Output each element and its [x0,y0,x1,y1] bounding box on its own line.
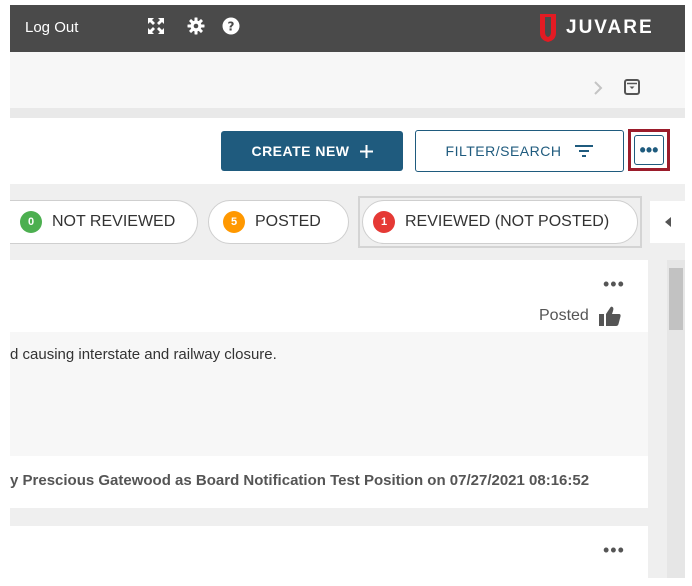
secondary-toolbar [10,52,685,109]
juvare-shield-icon [540,14,556,42]
filter-pill-label: NOT REVIEWED [52,213,176,230]
plus-icon [359,144,373,158]
right-margin [685,0,692,578]
card-menu-button[interactable]: ••• [603,540,625,561]
expand-icon[interactable] [145,15,167,37]
filter-pill-not-reviewed[interactable]: 0 NOT REVIEWED [10,200,198,244]
left-margin [0,0,10,578]
svg-text:?: ? [228,20,235,34]
filter-icon [575,145,594,157]
filter-pill-label: POSTED [255,213,321,230]
logout-link[interactable]: Log Out [25,19,78,36]
caret-left-icon [664,217,671,227]
top-bar: Log Out ? JUVARE [10,5,685,52]
count-badge: 5 [223,211,245,233]
scrollbar[interactable] [667,260,685,578]
more-options-highlight: ••• [628,129,670,171]
filter-search-button[interactable]: FILTER/SEARCH [415,130,624,172]
card-body: d causing interstate and railway closure… [10,332,648,456]
content-area: 0 NOT REVIEWED 5 POSTED 1 REVIEWED (NOT … [10,184,685,586]
create-new-label: CREATE NEW [251,143,350,159]
action-bar: CREATE NEW FILTER/SEARCH ••• [10,118,685,184]
create-new-button[interactable]: CREATE NEW [221,131,403,171]
filter-search-label: FILTER/SEARCH [445,143,562,159]
gear-icon[interactable] [185,15,207,37]
event-meta: y Prescious Gatewood as Board Notificati… [10,472,590,489]
brand-name: JUVARE [566,17,654,38]
status-badge: Posted [539,306,621,326]
filter-pill-reviewed-not-posted[interactable]: 1 REVIEWED (NOT POSTED) [362,200,638,244]
help-icon[interactable]: ? [220,15,242,37]
calendar-icon[interactable] [624,79,640,95]
more-options-button[interactable]: ••• [634,135,664,165]
count-badge: 1 [373,211,395,233]
chevron-right-icon[interactable] [593,78,603,101]
scrollbar-thumb[interactable] [669,268,683,330]
status-label: Posted [539,307,589,324]
thumbs-up-icon[interactable] [598,306,621,326]
brand-logo: JUVARE [538,13,654,43]
event-description: d causing interstate and railway closure… [10,346,277,363]
card-menu-button[interactable]: ••• [603,274,625,295]
ellipsis-icon: ••• [639,140,659,160]
event-card[interactable]: ••• Posted d causing interstate and rail… [10,260,648,508]
collapse-panel-tab[interactable] [650,201,685,243]
filter-pill-label: REVIEWED (NOT POSTED) [405,213,610,230]
event-card[interactable]: ••• [10,526,648,586]
filter-pill-posted[interactable]: 5 POSTED [208,200,349,244]
section-divider [10,108,685,118]
count-badge: 0 [20,211,42,233]
